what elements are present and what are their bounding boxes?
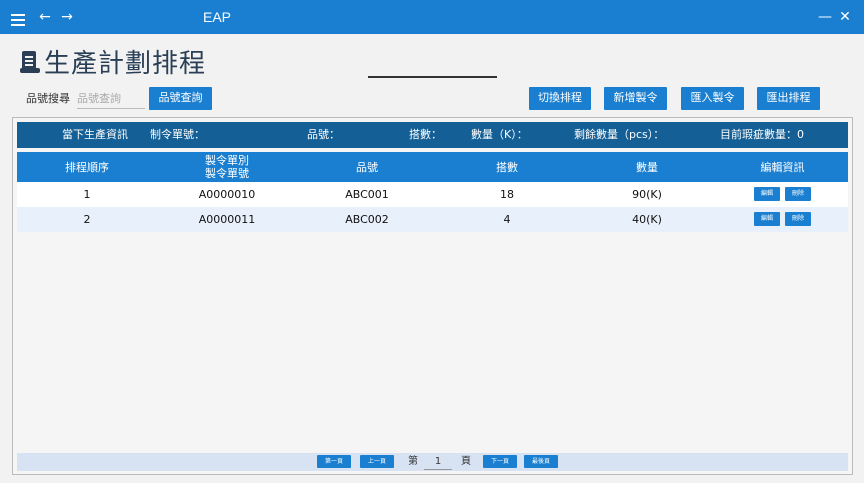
info-quantity-label: 數量（K）： — [471, 128, 528, 141]
edit-button[interactable]: 編輯 — [754, 187, 780, 201]
info-tray-label: 搭數： — [409, 128, 442, 141]
header-part: 品號 — [356, 160, 378, 174]
header-quantity: 數量 — [636, 160, 658, 174]
cell-tray: 18 — [500, 188, 514, 201]
close-icon[interactable]: ✕ — [838, 0, 852, 34]
page-title: 生產計劃排程 — [20, 44, 207, 79]
schedule-panel: 當下生產資訊 制令單號： 品號： 搭數： 數量（K）： 剩餘數量（pcs）： 目… — [12, 117, 853, 475]
cell-part: ABC002 — [345, 213, 389, 226]
document-icon — [20, 49, 40, 73]
info-part-no-label: 品號： — [307, 128, 340, 141]
info-current-label: 當下生產資訊 — [62, 128, 128, 141]
add-order-button[interactable]: 新增製令 — [604, 87, 667, 110]
back-arrow-icon[interactable]: ← — [38, 0, 52, 34]
cell-order-number: A0000010 — [198, 188, 256, 201]
table-header: 排程順序 製令單別 製令單號 品號 搭數 數量 編輯資訊 — [17, 152, 848, 182]
delete-button[interactable]: 刪除 — [785, 212, 811, 226]
cell-part: ABC001 — [345, 188, 389, 201]
import-order-button[interactable]: 匯入製令 — [681, 87, 744, 110]
info-order-no-label: 制令單號： — [150, 128, 205, 141]
menu-icon[interactable] — [11, 11, 29, 29]
cell-tray: 4 — [503, 213, 511, 226]
divider-line — [368, 76, 497, 78]
header-tray: 搭數 — [496, 160, 518, 174]
edit-button[interactable]: 編輯 — [754, 212, 780, 226]
title-bar: ← → EAP — ✕ — [0, 0, 864, 34]
search-label: 品號搜尋 — [26, 92, 70, 105]
header-order: 排程順序 — [65, 160, 109, 174]
last-page-button[interactable]: 最後頁 — [524, 455, 558, 468]
cell-order: 1 — [83, 188, 91, 201]
page-suffix-label: 頁 — [461, 456, 471, 467]
table-row[interactable]: 2 A0000011 ABC002 4 40(K) 編輯 刪除 — [17, 207, 848, 232]
minimize-icon[interactable]: — — [818, 0, 832, 34]
next-page-button[interactable]: 下一頁 — [483, 455, 517, 468]
info-remaining-label: 剩餘數量（pcs）： — [574, 128, 665, 141]
pagination-bar: 第一頁 上一頁 第 1 頁 下一頁 最後頁 — [17, 453, 848, 471]
forward-arrow-icon[interactable]: → — [60, 0, 74, 34]
header-edit: 編輯資訊 — [760, 160, 805, 174]
previous-page-button[interactable]: 上一頁 — [360, 455, 394, 468]
header-order-number: 製令單別 製令單號 — [205, 154, 249, 180]
cell-quantity: 40(K) — [632, 213, 662, 226]
cell-order-number: A0000011 — [198, 213, 256, 226]
app-title: EAP — [203, 9, 232, 25]
page-number-input[interactable]: 1 — [424, 453, 452, 470]
cell-quantity: 90(K) — [632, 188, 662, 201]
delete-button[interactable]: 刪除 — [785, 187, 811, 201]
cell-order: 2 — [83, 213, 91, 226]
switch-schedule-button[interactable]: 切換排程 — [529, 87, 591, 110]
part-search-input[interactable] — [77, 89, 145, 109]
page-prefix-label: 第 — [408, 456, 418, 467]
first-page-button[interactable]: 第一頁 — [317, 455, 351, 468]
current-production-info-bar: 當下生產資訊 制令單號： 品號： 搭數： 數量（K）： 剩餘數量（pcs）： 目… — [17, 122, 848, 148]
page-title-text: 生產計劃排程 — [44, 48, 207, 79]
part-search-button[interactable]: 品號查詢 — [149, 87, 212, 110]
table-row[interactable]: 1 A0000010 ABC001 18 90(K) 編輯 刪除 — [17, 182, 848, 207]
info-defect-label: 目前瑕疵數量： — [720, 128, 797, 141]
info-defect-value: 0 — [797, 128, 804, 141]
export-schedule-button[interactable]: 匯出排程 — [757, 87, 820, 110]
